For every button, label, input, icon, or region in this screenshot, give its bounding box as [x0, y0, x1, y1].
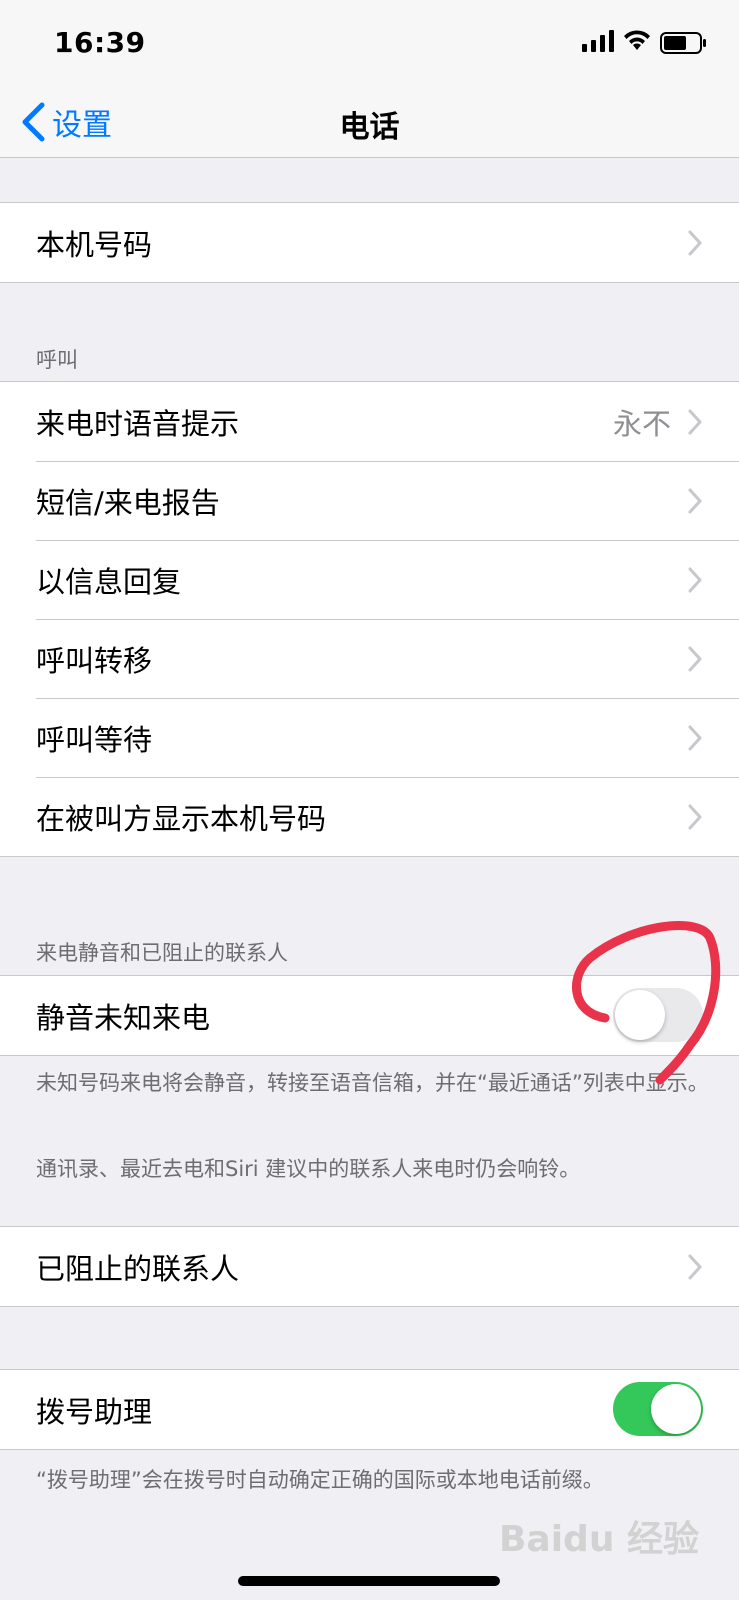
row-label: 呼叫转移: [36, 643, 153, 678]
chevron-right-icon: [688, 567, 702, 593]
section-header-silence: 来电静音和已阻止的联系人: [36, 941, 288, 965]
row-show-caller-id[interactable]: 在被叫方显示本机号码: [0, 777, 739, 856]
row-label: 来电时语音提示: [36, 406, 240, 441]
silence-unknown-toggle[interactable]: [613, 988, 703, 1042]
chevron-right-icon: [688, 409, 702, 435]
chevron-right-icon: [688, 230, 702, 256]
status-bar: 16:39: [0, 0, 739, 90]
my-number-group: 本机号码: [0, 202, 739, 283]
row-label: 以信息回复: [36, 564, 182, 599]
blocked-group: 已阻止的联系人: [0, 1226, 739, 1307]
row-label: 短信/来电报告: [36, 485, 220, 520]
home-indicator: [238, 1576, 500, 1586]
page-title: 电话: [339, 110, 400, 145]
toggle-knob: [615, 990, 665, 1040]
watermark: Baidu 经验: [498, 1519, 699, 1560]
row-label: 拨号助理: [36, 1394, 153, 1429]
row-label: 呼叫等待: [36, 722, 153, 757]
dial-assist-footer-note: “拨号助理”会在拨号时自动确定正确的国际或本地电话前缀。: [36, 1468, 604, 1492]
battery-icon: [660, 32, 706, 54]
chevron-right-icon: [688, 725, 702, 751]
status-time: 16:39: [54, 26, 146, 59]
row-label: 本机号码: [36, 227, 153, 262]
cellular-signal-icon: [582, 30, 614, 52]
silence-footer-note-2: 通讯录、最近去电和Siri 建议中的联系人来电时仍会响铃。: [36, 1157, 581, 1181]
row-announce-calls[interactable]: 来电时语音提示 永不: [0, 382, 739, 461]
row-value: 永不: [612, 406, 671, 441]
row-dial-assist: 拨号助理: [0, 1370, 739, 1449]
silence-group: 静音未知来电: [0, 975, 739, 1056]
calls-group: 来电时语音提示 永不 短信/来电报告 以信息回复 呼叫转移 呼叫等待 在被叫方显…: [0, 381, 739, 857]
dial-assist-group: 拨号助理: [0, 1369, 739, 1450]
silence-footer-note: 未知号码来电将会静音，转接至语音信箱，并在“最近通话”列表中显示。: [36, 1071, 709, 1095]
row-label: 已阻止的联系人: [36, 1251, 240, 1286]
row-my-number[interactable]: 本机号码: [0, 203, 739, 282]
row-sms-call-reporting[interactable]: 短信/来电报告: [0, 461, 739, 540]
chevron-right-icon: [688, 804, 702, 830]
row-label: 静音未知来电: [36, 1000, 211, 1035]
row-label: 在被叫方显示本机号码: [36, 801, 327, 836]
row-blocked-contacts[interactable]: 已阻止的联系人: [0, 1227, 739, 1306]
chevron-right-icon: [688, 646, 702, 672]
chevron-right-icon: [688, 1254, 702, 1280]
wifi-icon: [624, 30, 650, 50]
section-header-calls: 呼叫: [36, 348, 78, 372]
dial-assist-toggle[interactable]: [613, 1382, 703, 1436]
toggle-knob: [651, 1384, 701, 1434]
row-call-forwarding[interactable]: 呼叫转移: [0, 619, 739, 698]
row-respond-with-text[interactable]: 以信息回复: [0, 540, 739, 619]
row-silence-unknown-callers: 静音未知来电: [0, 976, 739, 1055]
row-call-waiting[interactable]: 呼叫等待: [0, 698, 739, 777]
chevron-right-icon: [688, 488, 702, 514]
navigation-bar: 设置 电话: [0, 90, 739, 158]
